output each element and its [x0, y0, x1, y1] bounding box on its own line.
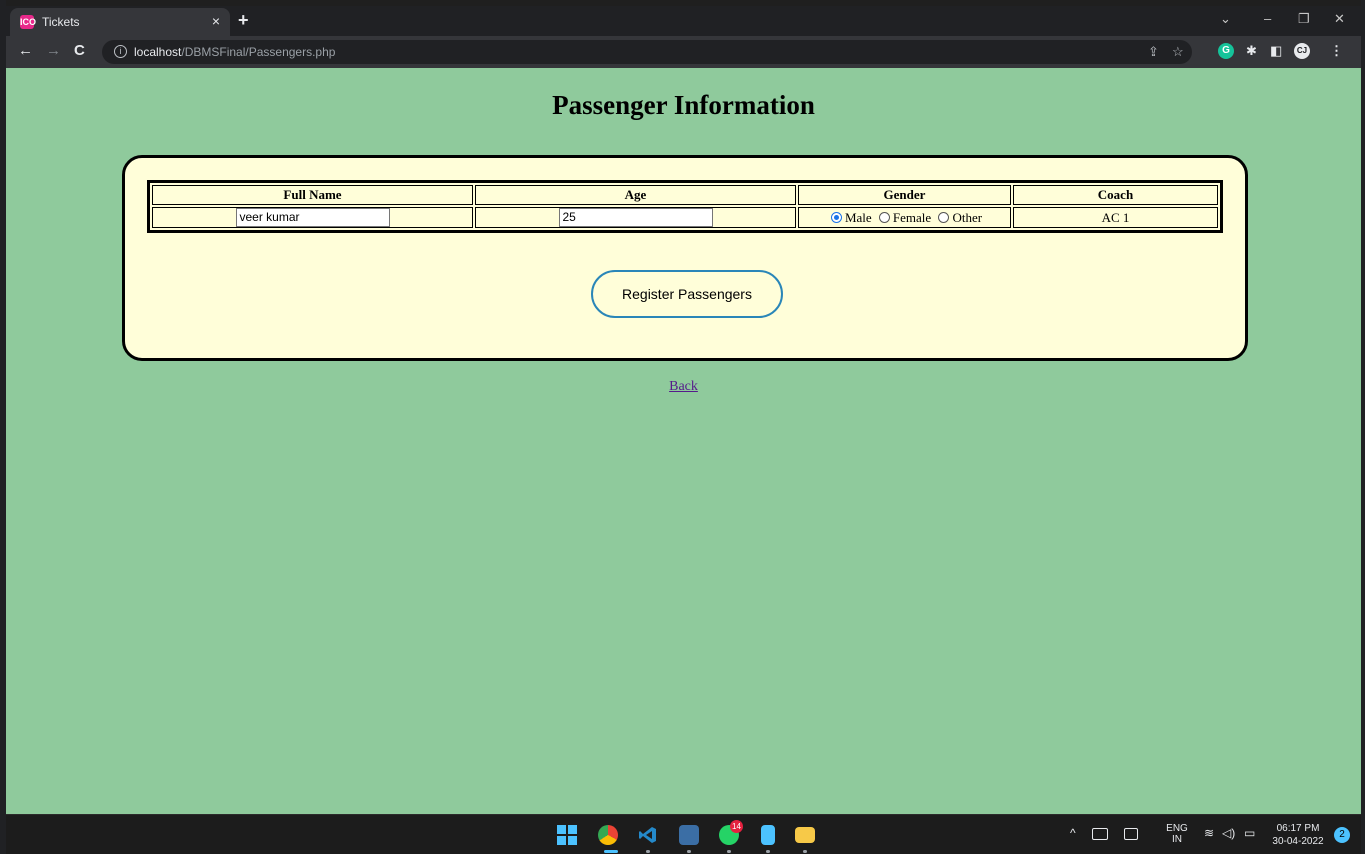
- page-content: Passenger Information Full Name Age Gend…: [6, 68, 1361, 814]
- address-bar[interactable]: i localhost/DBMSFinal/Passengers.php ⇪ ☆: [102, 40, 1192, 64]
- gender-male-label: Male: [844, 209, 872, 225]
- tab-close-icon[interactable]: ×: [212, 13, 220, 29]
- volume-icon[interactable]: ◁): [1222, 826, 1235, 840]
- header-gender: Gender: [798, 185, 1011, 205]
- cell-gender: Male Female Other: [798, 207, 1011, 228]
- gender-male-radio[interactable]: [830, 211, 842, 223]
- url-text: localhost/DBMSFinal/Passengers.php: [134, 45, 335, 59]
- gender-female-label: Female: [892, 209, 932, 225]
- header-age: Age: [475, 185, 796, 205]
- profile-avatar-icon[interactable]: CJ: [1294, 43, 1310, 59]
- language-code: ENG: [1166, 823, 1188, 834]
- share-icon[interactable]: ⇪: [1148, 44, 1159, 60]
- passenger-form-card: Full Name Age Gender Coach veer kumar 25…: [122, 155, 1248, 361]
- touch-keyboard-icon[interactable]: [1092, 828, 1108, 840]
- cell-coach: AC 1: [1013, 207, 1218, 228]
- extensions-puzzle-icon[interactable]: ✱: [1246, 43, 1257, 59]
- cell-full-name: veer kumar: [152, 207, 473, 228]
- notification-count-badge[interactable]: 2: [1334, 827, 1350, 843]
- chrome-taskbar-icon[interactable]: [598, 825, 618, 845]
- clock-date: 30-04-2022: [1272, 836, 1324, 847]
- mysql-running-indicator: [687, 850, 691, 853]
- bookmark-star-icon[interactable]: ☆: [1172, 44, 1184, 60]
- table-header-row: Full Name Age Gender Coach: [152, 185, 1218, 205]
- tab-search-chevron-icon[interactable]: ⌄: [1220, 11, 1231, 27]
- browser-tab[interactable]: ICO Tickets ×: [10, 8, 230, 36]
- clock-time: 06:17 PM: [1276, 823, 1320, 834]
- region-code: IN: [1172, 834, 1182, 845]
- page-title: Passenger Information: [552, 90, 815, 120]
- notepad-running-indicator: [766, 850, 770, 853]
- gender-female-radio[interactable]: [878, 211, 890, 223]
- close-window-icon[interactable]: ✕: [1334, 11, 1345, 27]
- vscode-running-indicator: [646, 850, 650, 853]
- notepad-taskbar-icon[interactable]: [761, 825, 775, 845]
- cell-age: 25: [475, 207, 796, 228]
- wifi-icon[interactable]: ≋: [1204, 826, 1214, 840]
- mysql-workbench-taskbar-icon[interactable]: [679, 825, 699, 845]
- grammarly-icon[interactable]: G: [1218, 43, 1234, 59]
- site-info-icon[interactable]: i: [114, 45, 127, 58]
- forward-arrow-icon[interactable]: →: [46, 42, 61, 59]
- windows-taskbar: 14 ^ ENG IN ≋ ◁) ▭ 06:17 PM 30-04-2022 2: [6, 814, 1361, 854]
- new-tab-button[interactable]: +: [238, 10, 249, 31]
- age-input[interactable]: 25: [558, 208, 713, 227]
- tray-chevron-up-icon[interactable]: ^: [1070, 826, 1076, 840]
- header-coach: Coach: [1013, 185, 1218, 205]
- side-panel-icon[interactable]: ◧: [1270, 43, 1282, 59]
- table-row: veer kumar 25 Male Female Other AC 1: [152, 207, 1218, 228]
- header-full-name: Full Name: [152, 185, 473, 205]
- back-link-container: Back: [6, 379, 1361, 395]
- vscode-taskbar-icon[interactable]: [638, 825, 658, 845]
- back-link[interactable]: Back: [669, 379, 698, 394]
- gender-other-radio[interactable]: [938, 211, 950, 223]
- whatsapp-running-indicator: [727, 850, 731, 853]
- reload-icon[interactable]: C: [74, 42, 85, 59]
- battery-icon[interactable]: ▭: [1244, 826, 1255, 840]
- browser-toolbar: ← → C i localhost/DBMSFinal/Passengers.p…: [6, 36, 1361, 68]
- clock[interactable]: 06:17 PM 30-04-2022: [1268, 822, 1328, 848]
- browser-menu-icon[interactable]: ⋮: [1330, 43, 1343, 59]
- tab-favicon-icon: ICO: [20, 15, 37, 29]
- full-name-input[interactable]: veer kumar: [235, 208, 390, 227]
- passenger-table: Full Name Age Gender Coach veer kumar 25…: [147, 180, 1223, 233]
- gender-other-label: Other: [952, 209, 983, 225]
- restore-icon[interactable]: ❐: [1298, 11, 1310, 27]
- input-language-indicator[interactable]: ENG IN: [1164, 823, 1190, 845]
- chrome-active-indicator: [604, 850, 618, 853]
- file-explorer-taskbar-icon[interactable]: [795, 827, 815, 843]
- pen-menu-icon[interactable]: [1124, 828, 1138, 840]
- browser-tabstrip: ICO Tickets × + ⌄ – ❐ ✕: [6, 6, 1361, 36]
- explorer-running-indicator: [803, 850, 807, 853]
- tab-title: Tickets: [42, 15, 80, 29]
- whatsapp-unread-badge: 14: [730, 820, 743, 833]
- url-path: /DBMSFinal/Passengers.php: [181, 45, 336, 59]
- window-frame-right: [1361, 0, 1365, 854]
- url-host: localhost: [134, 45, 182, 59]
- minimize-icon[interactable]: –: [1264, 11, 1271, 26]
- windows-start-icon[interactable]: [557, 825, 577, 845]
- register-passengers-button[interactable]: Register Passengers: [591, 270, 783, 318]
- back-arrow-icon[interactable]: ←: [18, 42, 33, 59]
